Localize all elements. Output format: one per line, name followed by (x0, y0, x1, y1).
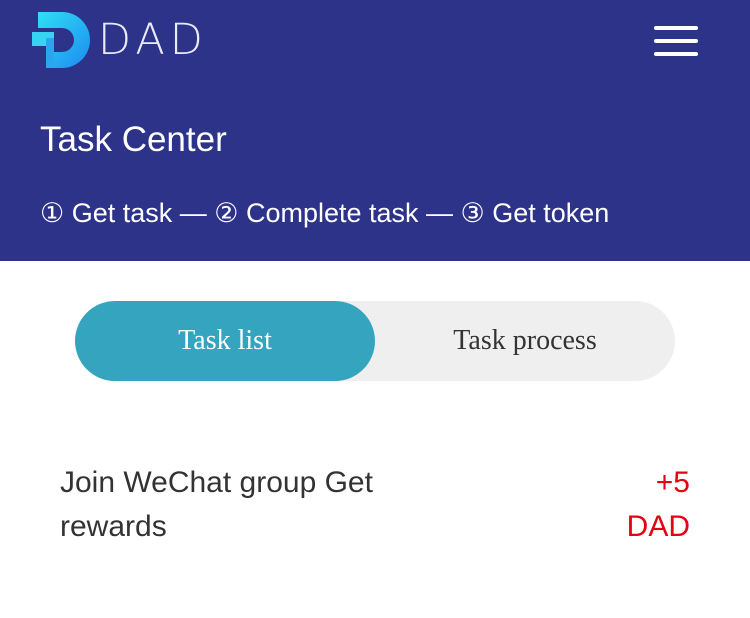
task-list-item[interactable]: Join WeChat group Get rewards +5 DAD (60, 461, 690, 551)
dad-logo-icon (32, 10, 92, 70)
logo-text: DAD (98, 15, 208, 65)
reward-amount: +5 (655, 466, 690, 499)
tab-switcher: Task list Task process (75, 301, 675, 381)
page-title: Task Center (40, 120, 227, 159)
tab-task-list[interactable]: Task list (75, 301, 375, 381)
menu-button[interactable] (652, 24, 700, 58)
tab-task-process[interactable]: Task process (375, 301, 675, 381)
task-steps: ① Get task — ② Complete task — ③ Get tok… (40, 198, 610, 228)
task-name: Join WeChat group Get rewards (60, 466, 373, 543)
logo[interactable]: DAD (32, 10, 208, 70)
reward-unit: DAD (626, 510, 690, 543)
header: DAD Task Center ① Get task — ② Complete … (0, 0, 750, 261)
task-reward: +5 DAD (570, 461, 690, 549)
